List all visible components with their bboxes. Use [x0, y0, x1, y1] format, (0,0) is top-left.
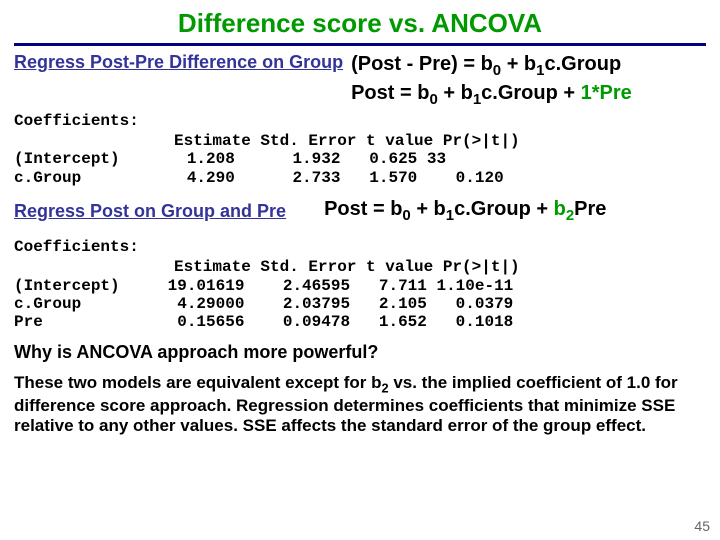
why-question: Why is ANCOVA approach more powerful? — [14, 342, 706, 363]
table-row: (Intercept) 19.01619 2.46595 7.711 1.10e… — [14, 277, 513, 295]
table-row: (Intercept) 1.208 1.932 0.625 33 — [14, 150, 446, 168]
eq-green: 1*Pre — [581, 82, 632, 104]
table-header: Estimate Std. Error t value Pr(>|t|) — [174, 258, 520, 276]
page-title: Difference score vs. ANCOVA — [14, 8, 706, 39]
sub: 1 — [446, 207, 454, 224]
sub: 2 — [566, 207, 574, 224]
eq-text: Pre — [574, 198, 606, 220]
equation-block-2: Post = b0 + b1c.Group + b2Pre — [324, 197, 606, 226]
eq-text: + b — [438, 82, 473, 104]
table-1: Estimate Std. Error t value Pr(>|t|) (In… — [14, 132, 706, 187]
body-text: These two models are equivalent except f… — [14, 373, 382, 392]
eq-text: + b — [411, 198, 446, 220]
equation-block-1: (Post - Pre) = b0 + b1c.Group Post = b0 … — [351, 52, 632, 110]
section1-label: Regress Post-Pre Difference on Group — [14, 52, 343, 73]
sub: 0 — [402, 207, 410, 224]
sub: 0 — [429, 91, 437, 108]
page-number: 45 — [694, 518, 710, 534]
sub: 0 — [493, 62, 501, 79]
eq-text: Post = b — [351, 82, 429, 104]
sub: 1 — [536, 62, 544, 79]
table-header: Estimate Std. Error t value Pr(>|t|) — [174, 132, 520, 150]
table-2: Estimate Std. Error t value Pr(>|t|) (In… — [14, 258, 706, 332]
eq-text: (Post - Pre) = b — [351, 53, 493, 75]
eq-text: Post = b — [324, 198, 402, 220]
sub: 1 — [473, 91, 481, 108]
eq-text: + b — [501, 53, 536, 75]
coef-label-1: Coefficients: — [14, 112, 706, 130]
section2-label: Regress Post on Group and Pre — [14, 201, 286, 222]
table-row: Pre 0.15656 0.09478 1.652 0.1018 — [14, 313, 513, 331]
sub: 2 — [382, 380, 389, 395]
body-paragraph: These two models are equivalent except f… — [14, 373, 706, 437]
eq-text: c.Group + — [481, 82, 580, 104]
title-rule — [14, 43, 706, 46]
table-row: c.Group 4.290 2.733 1.570 0.120 — [14, 169, 504, 187]
eq-text: c.Group + — [454, 198, 553, 220]
eq-green: b — [554, 198, 566, 220]
coef-label-2: Coefficients: — [14, 238, 706, 256]
table-row: c.Group 4.29000 2.03795 2.105 0.0379 — [14, 295, 513, 313]
section2-row: Regress Post on Group and Pre Post = b0 … — [14, 197, 706, 226]
section1-row: Regress Post-Pre Difference on Group (Po… — [14, 52, 706, 110]
eq-text: c.Group — [545, 53, 622, 75]
